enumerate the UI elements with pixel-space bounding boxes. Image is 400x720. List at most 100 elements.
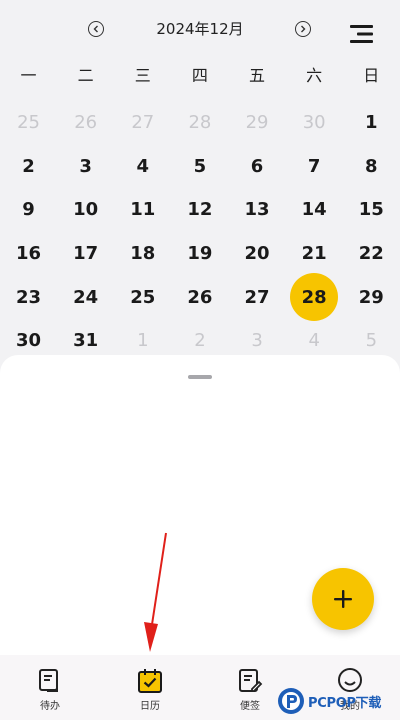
day-number: 15 <box>358 199 384 221</box>
plus-icon <box>334 590 352 608</box>
day-cell[interactable]: 29 <box>229 101 286 145</box>
day-cell[interactable]: 13 <box>229 188 286 232</box>
day-number: 4 <box>308 330 320 352</box>
watermark-text: PCPOP下载 <box>308 695 382 711</box>
day-number: 27 <box>131 112 155 134</box>
day-number: 2 <box>22 155 35 177</box>
day-cell[interactable]: 27 <box>114 101 171 145</box>
day-cell[interactable]: 22 <box>343 232 400 276</box>
day-cell[interactable]: 20 <box>229 232 286 276</box>
day-number: 22 <box>358 243 384 265</box>
day-cell[interactable]: 4 <box>114 145 171 189</box>
day-cell[interactable]: 5 <box>171 145 228 189</box>
day-number: 5 <box>193 155 207 177</box>
day-cell[interactable]: 11 <box>114 188 171 232</box>
tab-calendar-label: 日历 <box>140 701 160 712</box>
day-cell[interactable]: 16 <box>0 232 57 276</box>
day-cell[interactable]: 8 <box>343 145 400 189</box>
day-number: 19 <box>187 243 213 265</box>
day-number: 9 <box>22 199 35 221</box>
day-number: 3 <box>79 155 92 177</box>
day-cell[interactable]: 1 <box>343 101 400 145</box>
weekday-label: 二 <box>77 66 94 85</box>
day-number: 18 <box>130 243 156 265</box>
day-cell[interactable]: 19 <box>171 232 228 276</box>
calendar-check-icon <box>138 669 162 693</box>
day-cell[interactable]: 25 <box>114 275 171 319</box>
day-cell[interactable]: 6 <box>229 145 286 189</box>
tab-calendar[interactable]: 日历 <box>100 655 200 720</box>
day-cell[interactable]: 3 <box>57 145 114 189</box>
day-number: 1 <box>365 112 378 134</box>
chevron-right-icon <box>301 25 306 33</box>
weekday-label: 六 <box>306 66 323 85</box>
watermark: PCPOP下载 <box>276 684 400 718</box>
day-cell[interactable]: 12 <box>171 188 228 232</box>
day-cell[interactable]: 23 <box>0 275 57 319</box>
day-number: 26 <box>187 286 213 308</box>
day-cell[interactable]: 26 <box>57 101 114 145</box>
month-title[interactable]: 2024年12月 <box>110 18 290 39</box>
weekday-label: 四 <box>191 66 208 85</box>
day-number: 6 <box>250 155 264 177</box>
day-cell[interactable]: 7 <box>286 145 343 189</box>
day-cell[interactable]: 15 <box>343 188 400 232</box>
day-number: 5 <box>365 330 378 352</box>
day-number: 25 <box>130 286 156 308</box>
tab-notes-label: 便签 <box>240 701 260 712</box>
day-cell[interactable]: 28 <box>171 101 228 145</box>
day-number: 29 <box>358 286 384 308</box>
menu-icon[interactable] <box>350 24 374 44</box>
day-number: 17 <box>73 243 99 265</box>
day-number: 12 <box>187 199 213 221</box>
add-event-button[interactable] <box>312 568 374 630</box>
day-number: 21 <box>301 243 327 265</box>
day-cell[interactable]: 2 <box>0 145 57 189</box>
day-number: 16 <box>16 243 42 265</box>
day-number: 26 <box>74 112 98 134</box>
weekday-label: 一 <box>20 66 37 85</box>
day-number: 25 <box>17 112 41 134</box>
day-number: 7 <box>307 155 321 177</box>
day-number: 3 <box>251 330 263 352</box>
next-month-button[interactable] <box>295 21 311 37</box>
day-cell[interactable]: 21 <box>286 232 343 276</box>
weekday-label: 日 <box>363 66 380 85</box>
chevron-left-icon <box>93 25 98 33</box>
calendar-grid: 25 26 27 28 29 30 1 2 3 4 5 6 7 8 9 10 11 12 13 14 15 16 17 18 1… <box>0 101 400 363</box>
weekday-label: 三 <box>134 66 151 85</box>
day-cell[interactable]: 9 <box>0 188 57 232</box>
weekday-header: 一 二 三 四 五 六 日 <box>0 62 400 86</box>
day-number: 28 <box>188 112 212 134</box>
day-number: 29 <box>245 112 269 134</box>
day-number: 4 <box>136 155 150 177</box>
tab-todo[interactable]: 待办 <box>0 655 100 720</box>
day-number: 30 <box>16 330 42 352</box>
day-cell[interactable]: 29 <box>343 275 400 319</box>
sheet-drag-handle[interactable] <box>188 375 212 379</box>
day-number: 14 <box>301 199 327 221</box>
day-number: 31 <box>73 330 99 352</box>
day-number: 2 <box>194 330 206 352</box>
day-cell[interactable]: 17 <box>57 232 114 276</box>
day-cell[interactable]: 14 <box>286 188 343 232</box>
day-cell[interactable]: 18 <box>114 232 171 276</box>
day-cell[interactable]: 27 <box>229 275 286 319</box>
todo-list-icon <box>39 669 58 692</box>
calendar-header: 2024年12月 <box>0 0 400 58</box>
day-number: 27 <box>244 286 270 308</box>
tab-todo-label: 待办 <box>40 701 60 712</box>
prev-month-button[interactable] <box>88 21 104 37</box>
day-number: 1 <box>137 330 149 352</box>
day-cell[interactable]: 24 <box>57 275 114 319</box>
day-cell[interactable]: 30 <box>286 101 343 145</box>
day-cell[interactable]: 26 <box>171 275 228 319</box>
day-cell[interactable]: 25 <box>0 101 57 145</box>
day-cell[interactable]: 10 <box>57 188 114 232</box>
weekday-label: 五 <box>249 66 266 85</box>
day-number: 13 <box>244 199 270 221</box>
day-number: 20 <box>244 243 270 265</box>
day-cell-selected[interactable]: 28 <box>286 273 343 322</box>
pcpop-logo-icon <box>278 688 304 714</box>
day-number: 10 <box>73 199 99 221</box>
